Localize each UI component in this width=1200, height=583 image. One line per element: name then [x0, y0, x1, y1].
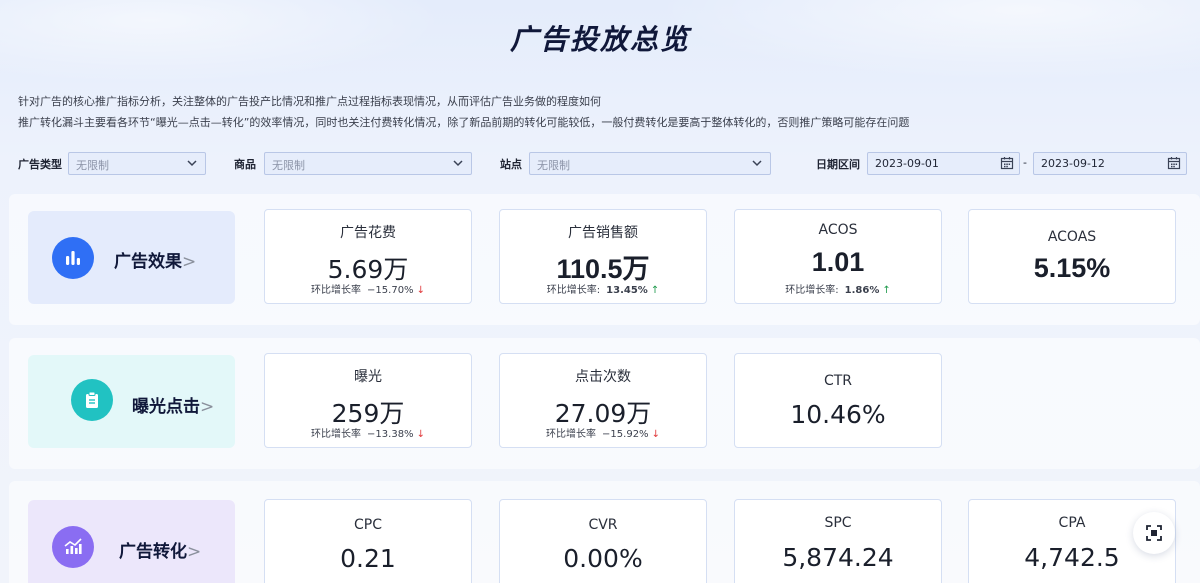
growth-value: 13.45%	[606, 285, 648, 296]
chevron-down-icon	[752, 160, 762, 167]
ad-spend-card: 广告花费 5.69万 环比增长率 −15.70% ↓	[264, 209, 472, 304]
section-name: 广告效果	[114, 252, 182, 272]
start-date-value: 2023-09-01	[875, 157, 939, 170]
calendar-icon	[1167, 157, 1181, 170]
clicks-card: 点击次数 27.09万 环比增长率 −15.92% ↓	[499, 353, 707, 448]
down-arrow-icon: ↓	[416, 285, 425, 296]
exposure-click-title: 曝光点击>	[132, 392, 214, 417]
growth-label: 环比增长率:	[785, 285, 839, 296]
card-value: 0.21	[340, 544, 396, 573]
trend-chart-icon	[52, 526, 94, 568]
card-growth: 环比增长率 −15.70% ↓	[265, 281, 471, 296]
site-label: 站点	[500, 158, 522, 171]
card-title: CVR	[588, 517, 618, 533]
down-arrow-icon: ↓	[651, 429, 660, 440]
product-select[interactable]: 无限制	[264, 152, 472, 175]
site-value: 无限制	[537, 159, 570, 172]
ad-type-value: 无限制	[76, 159, 109, 172]
chevron-right-icon: >	[182, 252, 197, 272]
date-range-label: 日期区间	[816, 158, 860, 171]
card-title: 广告花费	[340, 225, 396, 241]
end-date-input[interactable]: 2023-09-12	[1033, 152, 1187, 175]
ad-type-label: 广告类型	[18, 158, 62, 171]
growth-label: 环比增长率	[546, 429, 597, 440]
card-growth: 环比增长率: 13.45% ↑	[500, 281, 706, 296]
fullscreen-button[interactable]	[1133, 512, 1175, 554]
clipboard-icon	[71, 379, 113, 421]
down-arrow-icon: ↓	[416, 429, 425, 440]
card-value: 1.01	[811, 247, 865, 277]
date-separator: -	[1023, 156, 1027, 169]
up-arrow-icon: ↑	[650, 285, 660, 296]
product-label: 商品	[234, 158, 256, 171]
card-value: 0.00%	[563, 544, 643, 573]
ad-conversion-tile[interactable]: 广告转化>	[28, 500, 235, 583]
card-growth: 环比增长率 −13.38% ↓	[265, 425, 471, 440]
chevron-down-icon	[187, 160, 197, 167]
end-date-value: 2023-09-12	[1041, 157, 1105, 170]
card-title: 广告销售额	[568, 225, 638, 241]
card-title: CTR	[823, 373, 853, 389]
chevron-right-icon: >	[200, 397, 215, 417]
growth-label: 环比增长率:	[546, 285, 601, 296]
start-date-input[interactable]: 2023-09-01	[867, 152, 1020, 175]
card-title: SPC	[824, 515, 852, 531]
product-value: 无限制	[272, 159, 305, 172]
growth-label: 环比增长率	[311, 285, 362, 296]
cvr-card: CVR 0.00%	[499, 499, 707, 583]
card-title: 点击次数	[575, 369, 631, 385]
calendar-icon	[1000, 157, 1014, 170]
card-value: 5,874.24	[782, 543, 894, 572]
section-name: 曝光点击	[132, 397, 200, 417]
acos-card: ACOS 1.01 环比增长率: 1.86% ↑	[734, 209, 942, 304]
ad-effect-title: 广告效果>	[114, 247, 196, 272]
cpc-card: CPC 0.21	[264, 499, 472, 583]
impressions-card: 曝光 259万 环比增长率 −13.38% ↓	[264, 353, 472, 448]
chevron-right-icon: >	[187, 542, 202, 562]
ad-conversion-title: 广告转化>	[119, 537, 201, 562]
ad-effect-tile[interactable]: 广告效果>	[28, 211, 235, 304]
growth-value: −15.92%	[602, 429, 649, 440]
card-value: 10.46%	[790, 400, 886, 429]
growth-value: −15.70%	[367, 285, 414, 296]
growth-value: −13.38%	[367, 429, 414, 440]
card-title: CPC	[354, 517, 382, 533]
page-title: 广告投放总览	[509, 23, 690, 56]
site-select[interactable]: 无限制	[529, 152, 771, 175]
exposure-click-tile[interactable]: 曝光点击>	[28, 355, 235, 448]
card-growth: 环比增长率 −15.92% ↓	[500, 425, 706, 440]
fullscreen-icon	[1146, 525, 1162, 541]
ad-sales-card: 广告销售额 110.5万 环比增长率: 13.45% ↑	[499, 209, 707, 304]
bar-chart-icon	[52, 237, 94, 279]
ad-type-select[interactable]: 无限制	[68, 152, 206, 175]
growth-value: 1.86%	[844, 285, 880, 296]
card-title: ACOS	[818, 222, 858, 238]
growth-label: 环比增长率	[311, 429, 362, 440]
spc-card: SPC 5,874.24	[734, 499, 942, 583]
description-line-1: 针对广告的核心推广指标分析，关注整体的广告投产比情况和推广点过程指标表现情况，从…	[18, 95, 601, 108]
ctr-card: CTR 10.46%	[734, 353, 942, 448]
description-line-2: 推广转化漏斗主要看各环节“曝光—点击—转化”的效率情况，同时也关注付费转化情况，…	[18, 116, 910, 129]
card-title: ACOAS	[1047, 229, 1097, 245]
chevron-down-icon	[453, 160, 463, 167]
up-arrow-icon: ↑	[882, 285, 891, 296]
card-title: 曝光	[354, 369, 382, 385]
card-growth: 环比增长率: 1.86% ↑	[735, 281, 941, 296]
acoas-card: ACOAS 5.15%	[968, 209, 1176, 304]
section-name: 广告转化	[119, 542, 187, 562]
card-value: 5.15%	[1033, 253, 1111, 283]
